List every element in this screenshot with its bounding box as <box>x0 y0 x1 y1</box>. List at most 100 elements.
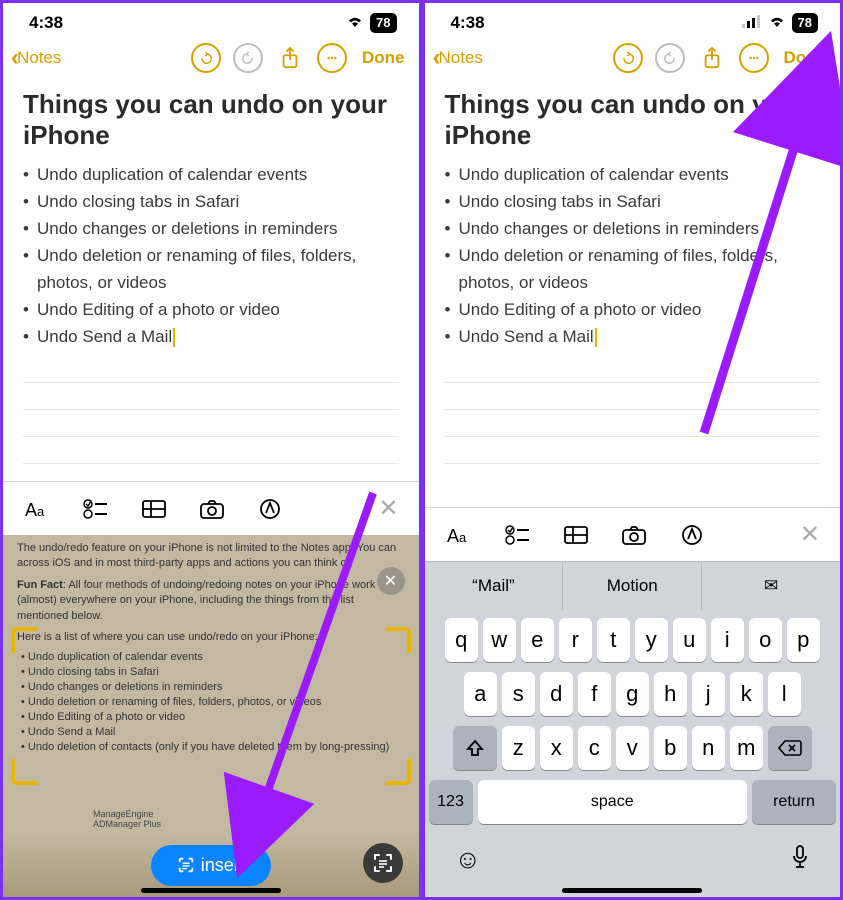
battery-icon: 78 <box>792 13 818 33</box>
list-item[interactable]: •Undo duplication of calendar events <box>23 162 399 189</box>
markup-button[interactable] <box>677 522 707 548</box>
svg-text:a: a <box>459 530 467 545</box>
nav-bar: ‹ Notes Done <box>3 37 419 83</box>
share-button[interactable] <box>275 43 305 73</box>
key-v[interactable]: v <box>616 726 649 770</box>
checklist-button[interactable] <box>503 522 533 548</box>
done-button[interactable]: Done <box>362 48 405 68</box>
text-cursor <box>595 328 597 347</box>
dictation-key[interactable] <box>790 844 810 875</box>
back-button[interactable]: ‹ Notes <box>11 48 61 68</box>
numbers-key[interactable]: 123 <box>429 780 473 824</box>
text-format-button[interactable]: Aa <box>23 496 53 522</box>
list-item[interactable]: •Undo deletion or renaming of files, fol… <box>23 243 399 297</box>
prediction-item[interactable]: Mail <box>425 562 564 610</box>
more-button[interactable] <box>739 43 769 73</box>
list-item[interactable]: •Undo closing tabs in Safari <box>23 189 399 216</box>
key-u[interactable]: u <box>673 618 706 662</box>
list-item[interactable]: •Undo deletion or renaming of files, fol… <box>445 243 821 297</box>
key-x[interactable]: x <box>540 726 573 770</box>
key-m[interactable]: m <box>730 726 763 770</box>
undo-button[interactable] <box>613 43 643 73</box>
key-c[interactable]: c <box>578 726 611 770</box>
table-button[interactable] <box>561 522 591 548</box>
back-button[interactable]: ‹ Notes <box>433 48 483 68</box>
key-z[interactable]: z <box>502 726 535 770</box>
share-button[interactable] <box>697 43 727 73</box>
key-f[interactable]: f <box>578 672 611 716</box>
key-a[interactable]: a <box>464 672 497 716</box>
key-b[interactable]: b <box>654 726 687 770</box>
wifi-icon <box>768 13 786 33</box>
list-item[interactable]: •Undo duplication of calendar events <box>445 162 821 189</box>
key-l[interactable]: l <box>768 672 801 716</box>
battery-icon: 78 <box>370 13 396 33</box>
camera-button[interactable] <box>619 522 649 548</box>
list-item[interactable]: •Undo closing tabs in Safari <box>445 189 821 216</box>
list-item[interactable]: •Undo Editing of a photo or video <box>23 297 399 324</box>
close-toolbar-button[interactable]: ✕ <box>800 520 820 549</box>
list-item[interactable]: •Undo Send a Mail <box>445 324 821 351</box>
key-q[interactable]: q <box>445 618 478 662</box>
checklist-button[interactable] <box>81 496 111 522</box>
more-button[interactable] <box>317 43 347 73</box>
scan-text-icon <box>177 856 195 874</box>
key-w[interactable]: w <box>483 618 516 662</box>
undo-button[interactable] <box>191 43 221 73</box>
return-key[interactable]: return <box>752 780 836 824</box>
note-title[interactable]: Things you can undo on your iPhone <box>23 89 399 150</box>
home-indicator[interactable] <box>141 888 281 893</box>
key-h[interactable]: h <box>654 672 687 716</box>
redo-button[interactable] <box>655 43 685 73</box>
key-d[interactable]: d <box>540 672 573 716</box>
key-i[interactable]: i <box>711 618 744 662</box>
key-e[interactable]: e <box>521 618 554 662</box>
cellular-icon <box>742 13 762 33</box>
scan-corner-icon <box>385 759 411 785</box>
key-s[interactable]: s <box>502 672 535 716</box>
prediction-item[interactable]: ✉︎ <box>702 562 840 610</box>
key-t[interactable]: t <box>597 618 630 662</box>
phone-left: 4:38 78 ‹ Notes Done Things you can undo… <box>0 0 422 900</box>
prediction-item[interactable]: Motion <box>563 562 702 610</box>
list-item[interactable]: •Undo Editing of a photo or video <box>445 297 821 324</box>
markup-button[interactable] <box>255 496 285 522</box>
done-button[interactable]: Done <box>784 48 827 68</box>
insert-button[interactable]: insert <box>151 845 271 886</box>
note-title[interactable]: Things you can undo on your iPhone <box>445 89 821 150</box>
clock: 4:38 <box>29 13 63 33</box>
list-item[interactable]: •Undo changes or deletions in reminders <box>445 216 821 243</box>
list-item[interactable]: •Undo Send a Mail <box>23 324 399 351</box>
key-g[interactable]: g <box>616 672 649 716</box>
key-k[interactable]: k <box>730 672 763 716</box>
ruled-lines <box>23 356 399 464</box>
redo-button[interactable] <box>233 43 263 73</box>
status-bar: 4:38 78 <box>3 3 419 37</box>
camera-button[interactable] <box>197 496 227 522</box>
close-toolbar-button[interactable]: ✕ <box>378 494 398 523</box>
note-editor[interactable]: Things you can undo on your iPhone •Undo… <box>3 83 419 481</box>
text-format-button[interactable]: Aa <box>445 522 475 548</box>
shift-key[interactable] <box>453 726 497 770</box>
note-editor[interactable]: Things you can undo on your iPhone •Undo… <box>425 83 841 507</box>
home-indicator[interactable] <box>562 888 702 893</box>
format-toolbar: Aa ✕ <box>425 507 841 561</box>
back-label: Notes <box>17 48 61 68</box>
key-r[interactable]: r <box>559 618 592 662</box>
space-key[interactable]: space <box>478 780 748 824</box>
backspace-key[interactable] <box>768 726 812 770</box>
scanned-text: Here is a list of where you can use undo… <box>17 630 407 645</box>
key-p[interactable]: p <box>787 618 820 662</box>
key-j[interactable]: j <box>692 672 725 716</box>
table-button[interactable] <box>139 496 169 522</box>
scanned-text: Fun Fact: All four methods of undoing/re… <box>17 578 407 624</box>
key-n[interactable]: n <box>692 726 725 770</box>
emoji-key[interactable]: ☺ <box>455 844 482 875</box>
close-overlay-button[interactable]: ✕ <box>377 567 405 595</box>
key-y[interactable]: y <box>635 618 668 662</box>
text-cursor <box>173 328 175 347</box>
key-o[interactable]: o <box>749 618 782 662</box>
list-item[interactable]: •Undo changes or deletions in reminders <box>23 216 399 243</box>
live-text-toggle[interactable] <box>363 843 403 883</box>
envelope-icon: ✉︎ <box>764 576 778 595</box>
